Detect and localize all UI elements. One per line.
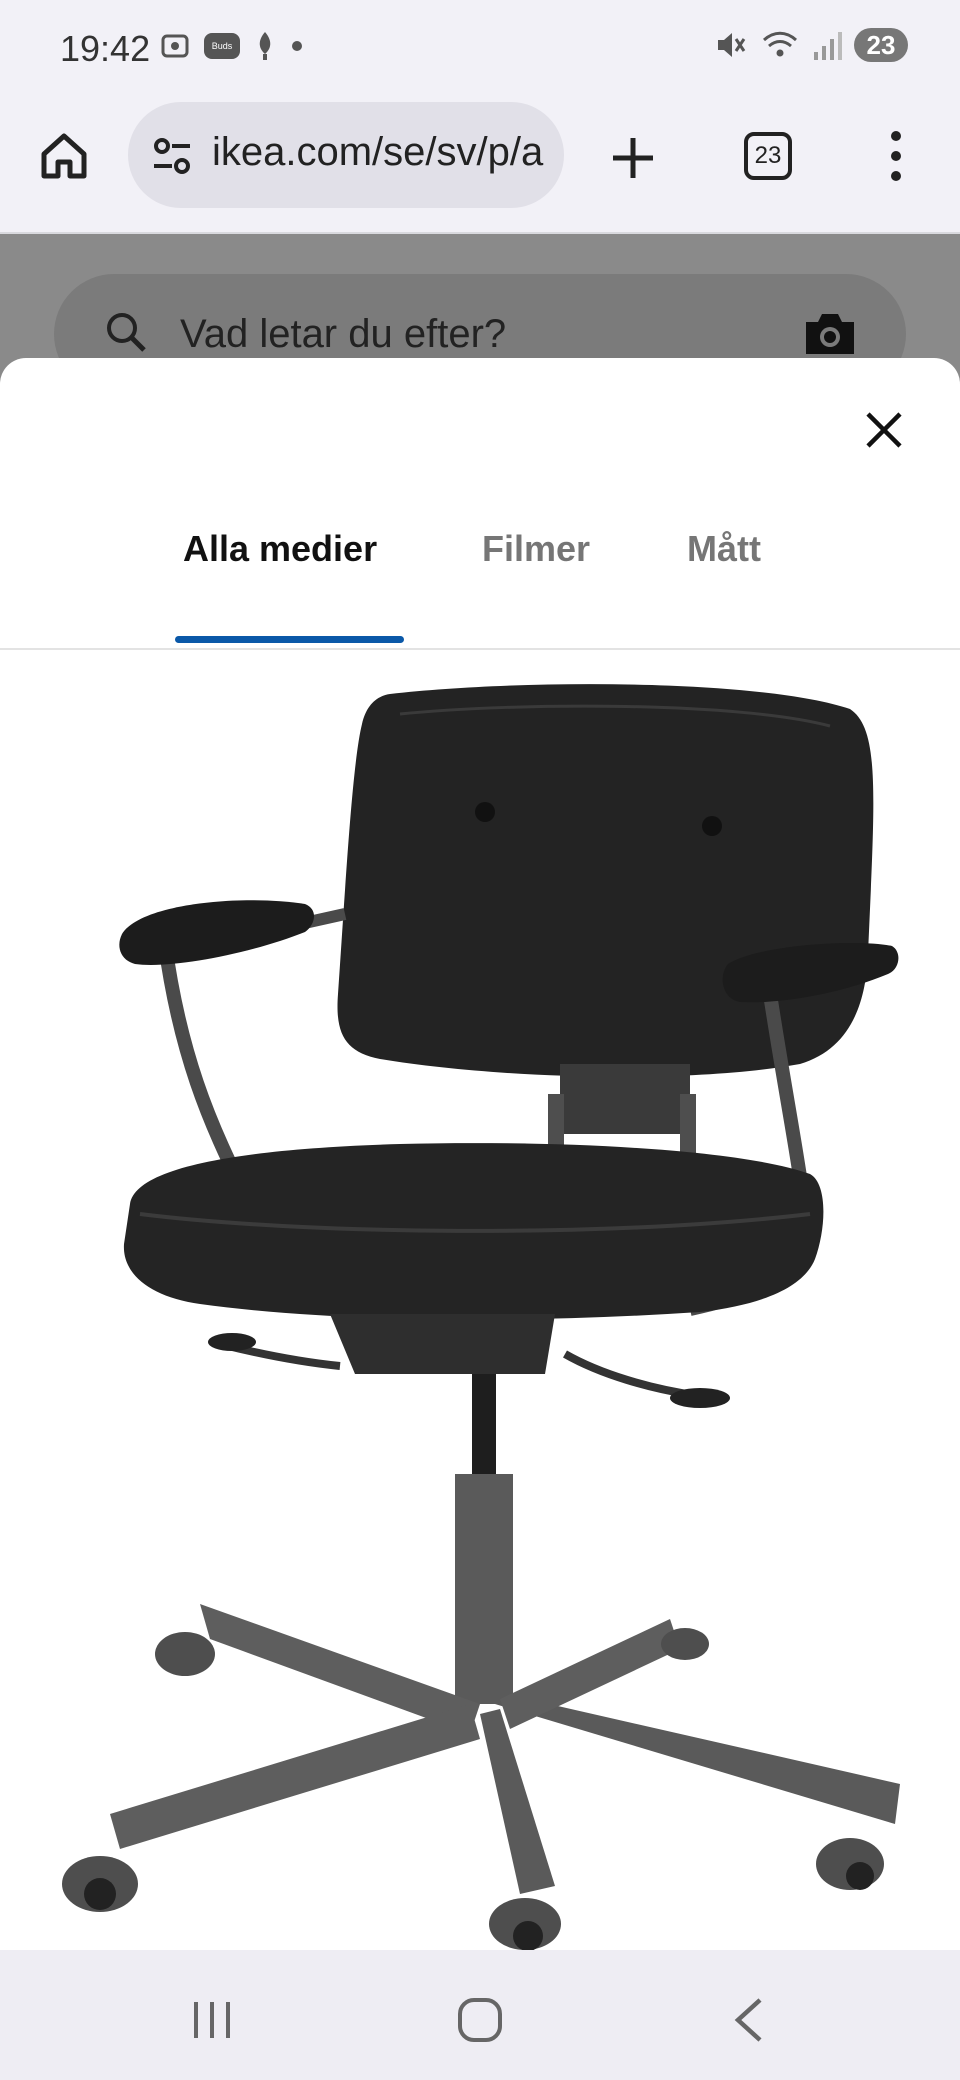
- address-bar[interactable]: ikea.com/se/sv/p/a: [128, 102, 564, 208]
- search-placeholder: Vad letar du efter?: [180, 312, 507, 356]
- home-icon[interactable]: [450, 1990, 510, 2050]
- location-icon: [259, 32, 271, 60]
- media-modal: Alla medier Filmer Mått: [0, 358, 960, 1950]
- recents-icon[interactable]: [182, 1990, 242, 2050]
- status-icons-left: Buds: [160, 30, 304, 62]
- camera-icon: [806, 314, 854, 354]
- status-bar: 19:42 Buds 23: [0, 0, 960, 100]
- search-icon: [107, 313, 146, 352]
- mute-icon: [718, 33, 746, 57]
- media-tabs: Alla medier Filmer Mått: [0, 528, 960, 650]
- buds-icon: Buds: [204, 33, 240, 59]
- system-navigation-bar: [0, 1950, 960, 2080]
- screenshot-icon: [161, 34, 189, 58]
- url-text: ikea.com/se/sv/p/a: [212, 130, 544, 174]
- more-options-icon[interactable]: [876, 128, 916, 184]
- battery-indicator: 23: [854, 28, 908, 62]
- site-settings-icon[interactable]: [150, 134, 194, 178]
- status-time: 19:42: [60, 28, 151, 69]
- tab-alla-medier[interactable]: Alla medier: [183, 528, 377, 570]
- tab-filmer[interactable]: Filmer: [482, 528, 590, 570]
- active-tab-indicator: [175, 636, 404, 643]
- signal-icon: [814, 32, 842, 60]
- wifi-icon: [762, 31, 798, 57]
- browser-toolbar: ikea.com/se/sv/p/a 23: [0, 100, 960, 234]
- tab-matt[interactable]: Mått: [687, 528, 761, 570]
- close-icon[interactable]: [862, 408, 906, 452]
- status-icons-right: 23: [714, 28, 908, 62]
- back-icon[interactable]: [720, 1990, 780, 2050]
- dot-icon: [292, 41, 302, 51]
- tab-switcher-button[interactable]: 23: [744, 132, 792, 180]
- home-icon[interactable]: [36, 128, 92, 184]
- product-image-office-chair[interactable]: [0, 654, 960, 1950]
- new-tab-icon[interactable]: [605, 130, 661, 186]
